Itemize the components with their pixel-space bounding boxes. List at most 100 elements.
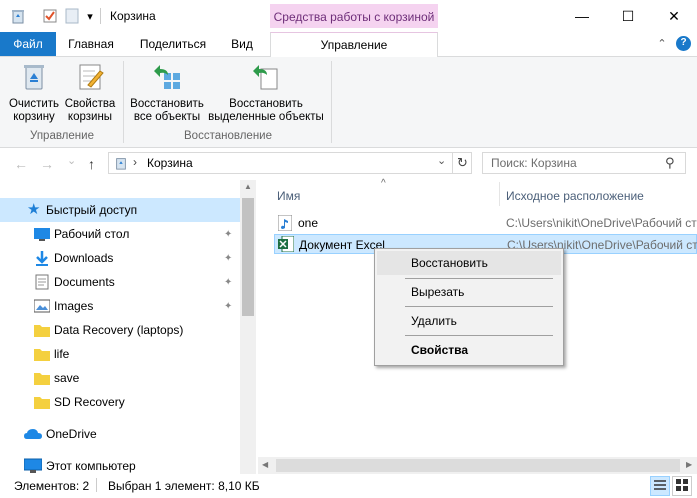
status-separator (96, 478, 97, 492)
status-item-count: Элементов: 2 (14, 479, 90, 493)
restore-all-button[interactable]: Восстановить все объекты (128, 61, 206, 124)
recycle-bin-icon (114, 156, 128, 173)
scroll-left-arrow-icon[interactable]: ◀ (262, 460, 268, 469)
restore-selected-icon (250, 61, 282, 93)
star-icon: ★ (27, 201, 41, 218)
minimize-button[interactable]: — (559, 0, 605, 32)
large-icons-view-icon (676, 478, 688, 494)
tab-home[interactable]: Главная (62, 32, 120, 56)
search-placeholder: Поиск: Корзина (491, 156, 577, 170)
scroll-right-arrow-icon[interactable]: ▶ (686, 460, 692, 469)
close-icon: ✕ (668, 7, 680, 24)
pin-icon: ✦ (224, 252, 233, 264)
tab-manage[interactable]: Управление (270, 32, 438, 57)
quick-access-dropdown-icon[interactable]: ▾ (84, 7, 96, 25)
nav-quick-access[interactable]: ★ Быстрый доступ (0, 198, 240, 222)
status-selection: Выбран 1 элемент: 8,10 КБ (108, 479, 260, 493)
desktop-icon (34, 226, 50, 242)
window-title: Корзина (110, 9, 156, 23)
scroll-up-arrow-icon[interactable]: ▲ (244, 182, 252, 191)
nav-pane-scrollbar-thumb[interactable] (242, 198, 254, 316)
menu-item-delete[interactable]: Удалить (377, 309, 561, 333)
restore-selected-button[interactable]: Восстановить выделенные объекты (207, 61, 325, 124)
table-row[interactable]: one C:\Users\nikit\OneDrive\Рабочий стол (274, 213, 697, 233)
close-button[interactable]: ✕ (651, 0, 697, 32)
sort-arrow-icon: ^ (381, 178, 386, 189)
nav-item-images[interactable]: Images ✦ (0, 294, 240, 318)
recycle-bin-properties-button[interactable]: Свойства корзины (63, 61, 117, 124)
title-bar: ▾ Корзина Средства работы с корзиной — ☐… (0, 0, 697, 32)
nav-item-life[interactable]: life (0, 342, 240, 366)
nav-onedrive[interactable]: OneDrive (0, 422, 240, 446)
details-view-button[interactable] (650, 476, 670, 496)
search-icon[interactable]: ⚲ (665, 155, 675, 171)
collapse-ribbon-icon[interactable]: ⌃ (652, 32, 672, 56)
address-bar[interactable]: › Корзина ⌄ ↻ (108, 152, 472, 174)
breadcrumb[interactable]: Корзина (147, 156, 193, 170)
address-dropdown-icon[interactable]: ⌄ (437, 154, 446, 167)
restore-all-icon (151, 61, 183, 93)
status-bar: Элементов: 2 Выбран 1 элемент: 8,10 КБ (0, 474, 697, 498)
pin-icon: ✦ (224, 228, 233, 240)
file-location: C:\Users\nikit\OneDrive\Рабочий стол (506, 216, 697, 230)
nav-this-pc[interactable]: Этот компьютер (0, 454, 240, 474)
up-arrow-icon[interactable]: ↑ (88, 156, 95, 172)
column-header-name[interactable]: Имя (277, 189, 300, 203)
tab-share[interactable]: Поделиться (134, 32, 212, 56)
folder-icon (34, 370, 50, 386)
forward-arrow-icon[interactable]: → (40, 156, 54, 172)
bin-properties-icon (74, 61, 106, 93)
download-arrow-icon (34, 250, 50, 266)
large-icons-view-button[interactable] (672, 476, 692, 496)
nav-item-save[interactable]: save (0, 366, 240, 390)
content-horizontal-scrollbar[interactable]: ◀ ▶ (258, 457, 697, 474)
group-label-restore: Восстановление (184, 130, 272, 142)
details-view-icon (654, 479, 666, 494)
context-menu: Восстановить Вырезать Удалить Свойства (374, 248, 564, 366)
pin-icon: ✦ (224, 276, 233, 288)
recent-locations-icon[interactable]: ⌄ (67, 154, 76, 167)
menu-separator (405, 335, 553, 336)
nav-item-documents[interactable]: Documents ✦ (0, 270, 240, 294)
nav-item-sd-recovery[interactable]: SD Recovery (0, 390, 240, 414)
ribbon-tabs: Файл Главная Поделиться Вид Управление ⌃… (0, 32, 697, 57)
pin-icon: ✦ (224, 300, 233, 312)
file-name: Документ Excel (299, 238, 385, 252)
cloud-icon (24, 426, 42, 442)
documents-icon (34, 274, 50, 290)
tab-view[interactable]: Вид (222, 32, 262, 56)
back-arrow-icon[interactable]: ← (14, 156, 28, 172)
contextual-tab-group-label: Средства работы с корзиной (270, 4, 438, 28)
menu-item-cut[interactable]: Вырезать (377, 280, 561, 304)
title-separator (100, 8, 101, 24)
horizontal-scrollbar-thumb[interactable] (276, 459, 680, 472)
maximize-button[interactable]: ☐ (605, 0, 651, 32)
recycle-bin-icon[interactable] (8, 7, 28, 25)
group-label-manage: Управление (30, 130, 94, 142)
breadcrumb-chevron-icon[interactable]: › (133, 155, 137, 169)
search-input[interactable]: Поиск: Корзина ⚲ (482, 152, 686, 174)
excel-file-icon (278, 235, 295, 255)
audio-file-icon (277, 214, 293, 234)
tab-file[interactable]: Файл (0, 32, 56, 56)
nav-item-desktop[interactable]: Рабочий стол ✦ (0, 222, 240, 246)
help-icon[interactable]: ? (676, 36, 691, 51)
folder-icon (34, 346, 50, 362)
menu-item-properties[interactable]: Свойства (377, 338, 561, 362)
maximize-icon: ☐ (621, 7, 635, 24)
menu-separator (405, 306, 553, 307)
folder-icon (34, 322, 50, 338)
group-separator (123, 61, 124, 143)
new-folder-icon[interactable] (64, 7, 80, 25)
menu-item-restore[interactable]: Восстановить (377, 251, 561, 275)
ribbon-panel: Очистить корзину Свойства корзины Управл… (0, 56, 697, 148)
column-separator (499, 182, 500, 206)
empty-recycle-bin-button[interactable]: Очистить корзину (6, 61, 62, 124)
refresh-icon[interactable]: ↻ (452, 153, 468, 173)
properties-icon[interactable] (40, 7, 60, 25)
nav-item-data-recovery[interactable]: Data Recovery (laptops) (0, 318, 240, 342)
group-separator (331, 61, 332, 143)
nav-item-downloads[interactable]: Downloads ✦ (0, 246, 240, 270)
column-header-location[interactable]: Исходное расположение (506, 189, 644, 203)
folder-icon (34, 394, 50, 410)
